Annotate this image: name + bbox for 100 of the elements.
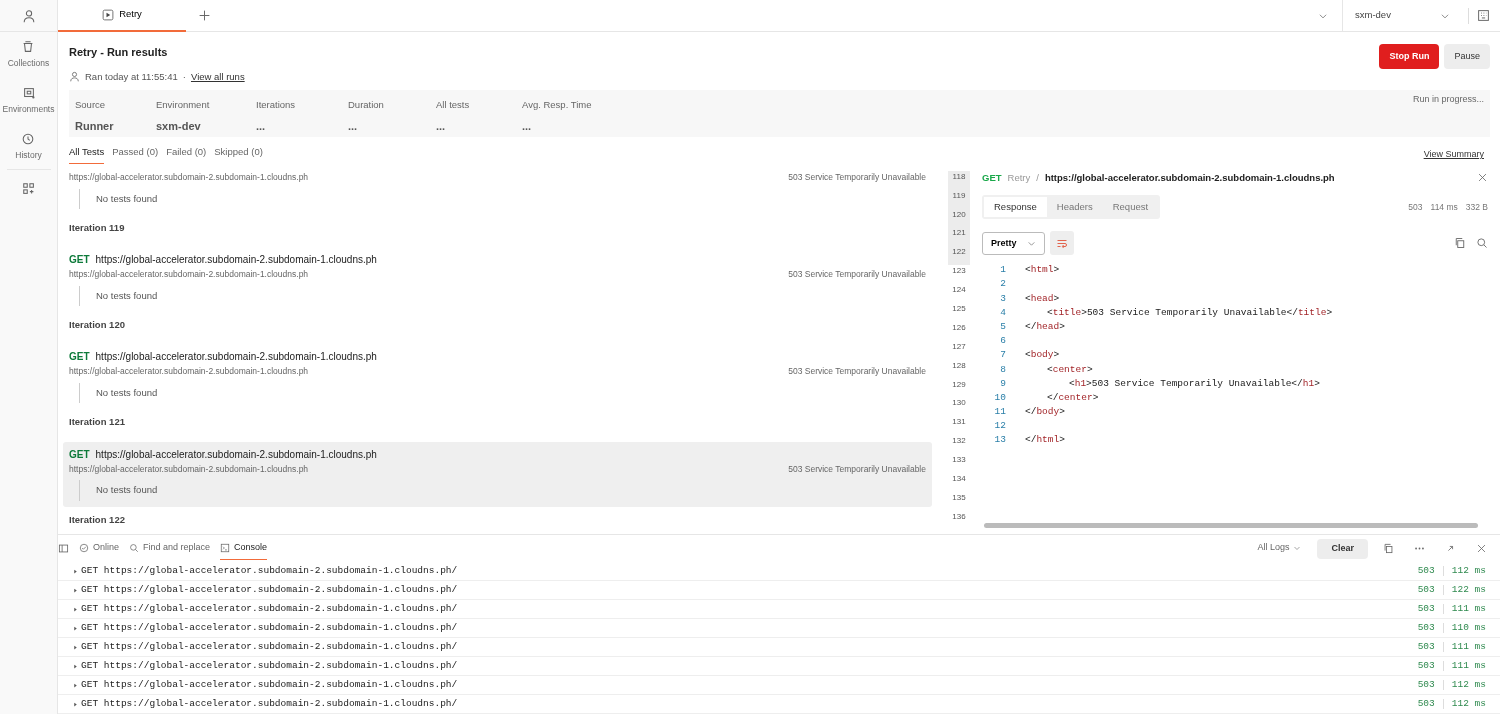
- check-circle-icon: [79, 543, 89, 553]
- request-url: https://global-accelerator.subdomain-2.subdomain-1.cloudns.ph: [69, 268, 309, 281]
- response-time: 111 ms: [1451, 639, 1486, 654]
- console-row[interactable]: GET https://global-accelerator.subdomain-2.subdomain-1.cloudns.ph/ 503 110 ms: [58, 619, 1500, 638]
- response-time: 112 ms: [1451, 563, 1486, 578]
- caret-right-icon: [73, 663, 78, 669]
- request-url: https://global-accelerator.subdomain-2.subdomain-1.cloudns.ph: [1044, 170, 1335, 185]
- response-time: 112 ms: [1451, 696, 1486, 711]
- filter-tab[interactable]: Passed (0): [112, 145, 159, 165]
- summary-value: ...: [348, 119, 359, 134]
- code-line: <title>503 Service Temporarily Unavailable</title>: [1047, 305, 1333, 320]
- console-row[interactable]: GET https://global-accelerator.subdomain-2.subdomain-1.cloudns.ph/ 503 112 ms: [58, 562, 1500, 581]
- status-bar-item[interactable]: Online: [79, 537, 119, 560]
- view-all-runs-link[interactable]: View all runs: [190, 69, 245, 84]
- code-line: </head>: [1025, 319, 1065, 334]
- log-filter-select[interactable]: All Logs: [1257, 537, 1302, 560]
- close-icon[interactable]: [1476, 543, 1487, 554]
- run-status: Run in progress...: [1412, 92, 1484, 106]
- console-request: GET https://global-accelerator.subdomain-2.subdomain-1.cloudns.ph/: [81, 582, 458, 597]
- console-row[interactable]: GET https://global-accelerator.subdomain-2.subdomain-1.cloudns.ph/ 503 111 ms: [58, 638, 1500, 657]
- method-label: GET: [69, 351, 90, 363]
- summary-value: ...: [522, 119, 533, 134]
- console-request: GET https://global-accelerator.subdomain-2.subdomain-1.cloudns.ph/: [81, 639, 458, 654]
- response-tab[interactable]: Headers: [1046, 197, 1103, 218]
- summary-label: Avg. Resp. Time: [522, 97, 593, 112]
- response-tab[interactable]: Response: [984, 197, 1047, 218]
- line-number: 128: [951, 359, 967, 372]
- console-row[interactable]: GET https://global-accelerator.subdomain-2.subdomain-1.cloudns.ph/ 503 112 ms: [58, 695, 1500, 714]
- console-row[interactable]: GET https://global-accelerator.subdomain-2.subdomain-1.cloudns.ph/ 503 111 ms: [58, 600, 1500, 619]
- sidebar-item[interactable]: Environments: [2, 77, 55, 124]
- plus-icon[interactable]: [198, 9, 211, 22]
- status-code: 503: [1417, 582, 1435, 597]
- request-title: https://global-accelerator.subdomain-2.subdomain-1.cloudns.ph: [95, 351, 377, 363]
- panel-icon[interactable]: [58, 543, 69, 554]
- console-row[interactable]: GET https://global-accelerator.subdomain-2.subdomain-1.cloudns.ph/ 503 122 ms: [58, 581, 1500, 600]
- caret-right-icon: [73, 606, 78, 612]
- format-select[interactable]: Pretty: [982, 231, 1045, 255]
- view-summary-link[interactable]: View Summary: [1423, 148, 1484, 162]
- page-title: Retry - Run results: [69, 45, 169, 60]
- copy-icon[interactable]: [1454, 237, 1466, 250]
- summary-value: ...: [436, 119, 447, 134]
- chevron-down-icon: [1293, 544, 1302, 552]
- response-time: 110 ms: [1451, 620, 1486, 635]
- response-tab[interactable]: Request: [1102, 197, 1159, 218]
- code-line-number: 1: [999, 263, 1006, 278]
- separator-dot: ·: [182, 69, 186, 84]
- code-line-number: 11: [993, 405, 1006, 420]
- filter-tab[interactable]: Failed (0): [166, 145, 207, 165]
- response-time: 111 ms: [1451, 601, 1486, 616]
- wrap-lines-button[interactable]: [1049, 231, 1074, 256]
- iteration-label: Iteration 120: [68, 318, 126, 332]
- response-status: 503 Service Temporarily Unavailable: [788, 462, 926, 476]
- environment-select[interactable]: sxm-dev: [1342, 0, 1460, 32]
- user-icon: [21, 8, 36, 23]
- code-line-number: 2: [999, 277, 1006, 292]
- status-code: 503: [1417, 677, 1435, 692]
- no-tests-text: No tests found: [79, 188, 926, 209]
- line-number: 123: [951, 265, 967, 278]
- keyboard-icon[interactable]: [1477, 9, 1490, 22]
- search-icon[interactable]: [1476, 237, 1488, 250]
- line-number: 133: [951, 454, 967, 467]
- expand-icon[interactable]: [1445, 543, 1456, 554]
- stop-run-button[interactable]: Stop Run: [1379, 44, 1440, 69]
- console-request: GET https://global-accelerator.subdomain-2.subdomain-1.cloudns.ph/: [81, 620, 458, 635]
- line-number: 130: [951, 397, 967, 410]
- status-bar-item[interactable]: Console: [220, 537, 268, 560]
- line-number: 132: [951, 435, 967, 448]
- result-row[interactable]: GET https://global-accelerator.subdomain-2.subdomain-1.cloudns.ph https://global-accelerator.subdomain-2.subdomain-1.cloudns.ph 503 Service Temporarily Unavailable No tests found: [63, 441, 932, 507]
- iteration-label: Iteration 121: [68, 415, 126, 430]
- method-label: GET: [69, 254, 90, 265]
- console-request: GET https://global-accelerator.subdomain-2.subdomain-1.cloudns.ph/: [81, 601, 458, 616]
- code-line-number: 10: [993, 390, 1006, 405]
- status-code: 503: [1408, 200, 1423, 214]
- filter-tab[interactable]: Skipped (0): [214, 145, 263, 165]
- result-row[interactable]: https://global-accelerator.subdomain-2.subdomain-1.cloudns.ph 503 Service Temporarily Unavailable No tests found: [63, 164, 932, 215]
- sidebar-item[interactable]: Collections: [7, 32, 50, 78]
- line-number: 135: [951, 491, 967, 504]
- clear-button[interactable]: Clear: [1317, 538, 1368, 559]
- line-number: 129: [951, 378, 967, 391]
- caret-right-icon: [73, 568, 78, 574]
- console-row[interactable]: GET https://global-accelerator.subdomain-2.subdomain-1.cloudns.ph/ 503 111 ms: [58, 657, 1500, 676]
- code-line-number: 5: [999, 319, 1006, 334]
- filter-tab[interactable]: All Tests: [69, 145, 105, 165]
- caret-right-icon: [73, 587, 78, 593]
- response-status: 503 Service Temporarily Unavailable: [788, 365, 926, 378]
- status-bar-item[interactable]: Find and replace: [129, 537, 211, 560]
- result-row[interactable]: GET https://global-accelerator.subdomain-2.subdomain-1.cloudns.ph https://global-accelerator.subdomain-2.subdomain-1.cloudns.ph 503 Service Temporarily Unavailable No tests found: [63, 344, 932, 410]
- response-size: 332 B: [1465, 200, 1488, 214]
- pause-button[interactable]: Pause: [1444, 44, 1490, 69]
- line-number: 124: [951, 284, 967, 297]
- caret-right-icon: [73, 644, 78, 650]
- apps-grid-icon[interactable]: [21, 182, 36, 197]
- tab[interactable]: Retry: [58, 0, 186, 32]
- result-row[interactable]: GET https://global-accelerator.subdomain-2.subdomain-1.cloudns.ph https://global-accelerator.subdomain-2.subdomain-1.cloudns.ph 503 Service Temporarily Unavailable No tests found: [63, 247, 932, 312]
- copy-icon[interactable]: [1383, 543, 1394, 554]
- sidebar-item[interactable]: History: [15, 123, 42, 170]
- console-row[interactable]: GET https://global-accelerator.subdomain-2.subdomain-1.cloudns.ph/ 503 112 ms: [58, 676, 1500, 695]
- code-line-number: 7: [999, 348, 1006, 363]
- summary-value: sxm-dev: [156, 119, 202, 134]
- close-icon[interactable]: [1477, 172, 1488, 184]
